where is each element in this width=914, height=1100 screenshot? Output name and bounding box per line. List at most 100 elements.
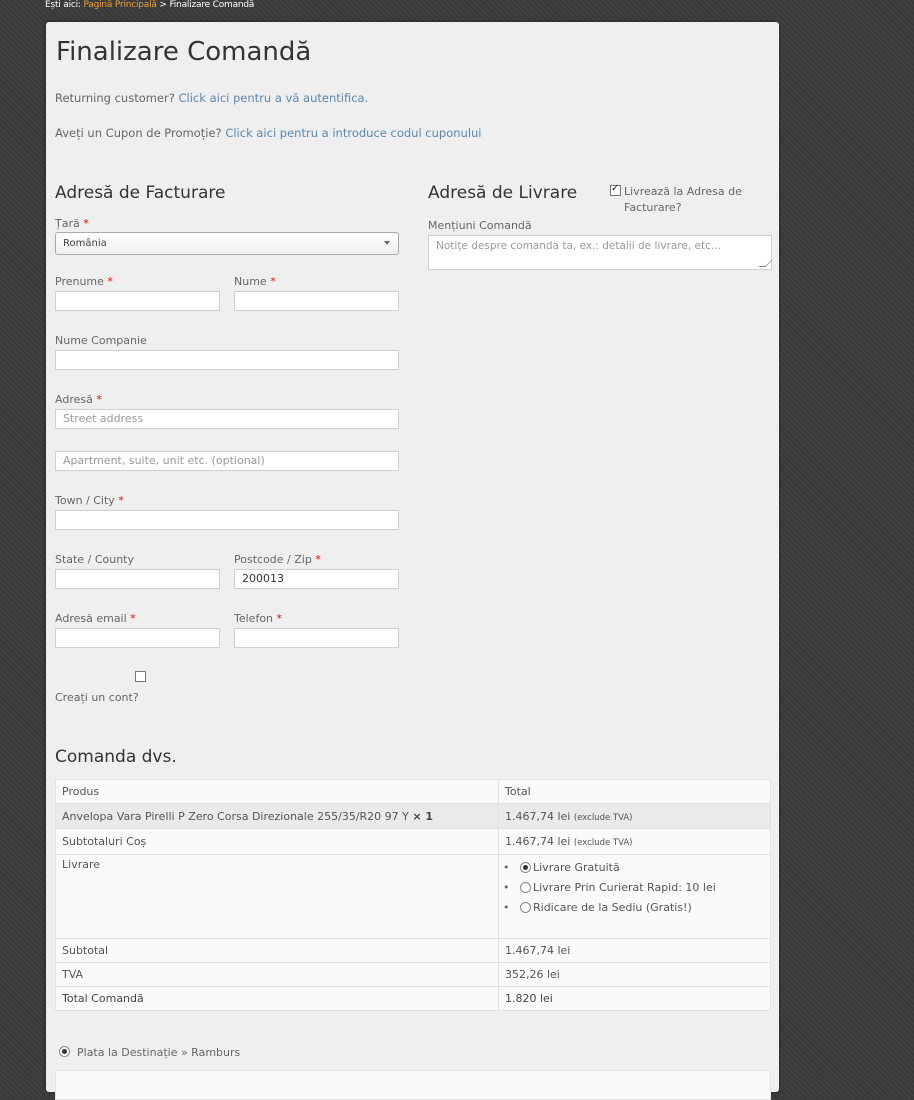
last-name-label: Nume *: [234, 275, 276, 288]
order-notes-textarea[interactable]: Notițe despre comanda ta, ex.: detalii d…: [428, 235, 773, 270]
cart-item-total: 1.467,74 lei (exclude TVA): [498, 803, 771, 829]
address2-input[interactable]: Apartment, suite, unit etc. (optional): [55, 451, 399, 471]
checkout-panel: Finalizare Comandă Returning customer? C…: [46, 22, 779, 1100]
required-mark: *: [270, 275, 276, 288]
required-mark: *: [118, 494, 124, 507]
shipping-options-list: Livrare Gratuită Livrare Prin Curierat R…: [499, 858, 770, 918]
cart-item-name: Anvelopa Vara Pirelli P Zero Corsa Direz…: [62, 809, 409, 823]
shipping-option-pickup-label: Ridicare de la Sediu (Gratis!): [533, 901, 692, 914]
breadcrumb-separator: >: [159, 0, 167, 10]
create-account-checkbox[interactable]: [135, 671, 146, 682]
required-mark: *: [96, 393, 102, 406]
state-input[interactable]: [55, 569, 220, 589]
breadcrumb-current: Finalizare Comandă: [169, 0, 255, 10]
city-label-text: Town / City: [55, 494, 115, 507]
resize-grip-icon[interactable]: [758, 260, 773, 267]
email-label: Adresă email *: [55, 612, 136, 625]
postcode-label: Postcode / Zip *: [234, 553, 321, 566]
cart-subtotal-label: Subtotaluri Coș: [55, 828, 499, 855]
first-name-input[interactable]: [55, 291, 220, 311]
cart-subtotal-cell: 1.467,74 lei (exclude TVA): [498, 828, 771, 855]
email-label-text: Adresă email: [55, 612, 127, 625]
last-name-input[interactable]: [234, 291, 399, 311]
create-account-label: Creați un cont?: [55, 691, 139, 704]
order-total-value: 1.820 lei: [498, 986, 771, 1011]
shipping-option-courier-label: Livrare Prin Curierat Rapid: 10 lei: [533, 881, 716, 894]
shipping-option-courier[interactable]: Livrare Prin Curierat Rapid: 10 lei: [499, 878, 770, 898]
postcode-input[interactable]: 200013: [234, 569, 399, 589]
address-label-text: Adresă: [55, 393, 93, 406]
payment-cod-radio[interactable]: [59, 1046, 70, 1057]
ship-same-address-label-line1: Livrează la Adresa de: [624, 185, 742, 198]
excl-vat-note: (exclude TVA): [573, 838, 633, 848]
shipping-option-courier-radio[interactable]: [520, 882, 531, 893]
coupon-link[interactable]: Click aici pentru a introduce codul cupo…: [225, 126, 481, 140]
cart-subtotal-value: 1.467,74 lei: [505, 835, 571, 848]
first-name-label: Prenume *: [55, 275, 113, 288]
postcode-label-text: Postcode / Zip: [234, 553, 312, 566]
col-product-header: Produs: [55, 779, 499, 804]
cart-item-qty: × 1: [412, 809, 434, 823]
order-heading: Comanda dvs.: [55, 747, 177, 767]
subtotal-row: Subtotal 1.467,74 lei: [55, 938, 771, 963]
ship-same-address-checkbox[interactable]: [610, 183, 621, 196]
phone-label: Telefon *: [234, 612, 282, 625]
address1-input[interactable]: Street address: [55, 409, 399, 429]
payment-description-box: [55, 1070, 771, 1100]
ship-same-address-label-line2: Facturare?: [624, 201, 682, 214]
vat-label: TVA: [55, 962, 499, 987]
cart-subtotal-row: Subtotaluri Coș 1.467,74 lei (exclude TV…: [55, 828, 771, 855]
billing-heading: Adresă de Facturare: [55, 183, 226, 203]
country-select[interactable]: România: [55, 232, 399, 255]
required-mark: *: [83, 217, 89, 230]
ship-same-address-label: Livrează la Adresa de Facturare?: [624, 184, 742, 216]
required-mark: *: [315, 553, 321, 566]
login-notice-text: Returning customer?: [55, 91, 175, 105]
order-notes-label: Mențiuni Comandă: [428, 219, 532, 232]
first-name-label-text: Prenume: [55, 275, 104, 288]
table-header-row: Produs Total: [55, 779, 771, 804]
coupon-notice: Aveți un Cupon de Promoție? Click aici p…: [55, 126, 482, 140]
phone-label-text: Telefon: [234, 612, 274, 625]
vat-row: TVA 352,26 lei: [55, 962, 771, 987]
country-label-text: Țară: [55, 217, 80, 230]
breadcrumb-home-link[interactable]: Pagină Principală: [83, 0, 157, 10]
company-label: Nume Companie: [55, 334, 147, 347]
page-title: Finalizare Comandă: [56, 37, 312, 67]
chevron-down-icon: [384, 241, 390, 245]
excl-vat-note: (exclude TVA): [573, 812, 633, 823]
shipping-option-pickup-radio[interactable]: [520, 902, 531, 913]
country-label: Țară *: [55, 217, 89, 230]
shipping-option-free[interactable]: Livrare Gratuită: [499, 858, 770, 878]
cart-item-total-value: 1.467,74 lei: [505, 809, 571, 823]
order-total-label: Total Comandă: [55, 986, 499, 1011]
city-label: Town / City *: [55, 494, 124, 507]
shipping-option-free-radio[interactable]: [520, 862, 531, 873]
order-review-table: Produs Total Anvelopa Vara Pirelli P Zer…: [55, 779, 771, 1011]
company-input[interactable]: [55, 350, 399, 370]
country-select-value: România: [63, 238, 107, 249]
payment-cod-label: Plata la Destinație » Ramburs: [77, 1046, 241, 1059]
city-input[interactable]: [55, 510, 399, 530]
subtotal-label: Subtotal: [55, 938, 499, 963]
state-label: State / County: [55, 553, 134, 566]
shipping-row: Livrare Livrare Gratuită Livrare Prin Cu…: [55, 854, 771, 939]
subtotal-value: 1.467,74 lei: [498, 938, 771, 963]
last-name-label-text: Nume: [234, 275, 267, 288]
cart-item-product: Anvelopa Vara Pirelli P Zero Corsa Direz…: [55, 803, 499, 829]
address-label: Adresă *: [55, 393, 102, 406]
order-total-row: Total Comandă 1.820 lei: [55, 986, 771, 1011]
email-input[interactable]: [55, 628, 220, 648]
phone-input[interactable]: [234, 628, 399, 648]
breadcrumb: Ești aici: Pagină Principală > Finalizar…: [45, 0, 254, 10]
shipping-option-pickup[interactable]: Ridicare de la Sediu (Gratis!): [499, 898, 770, 918]
login-notice: Returning customer? Click aici pentru a …: [55, 91, 368, 105]
col-total-header: Total: [498, 779, 771, 804]
shipping-options-cell: Livrare Gratuită Livrare Prin Curierat R…: [498, 854, 771, 939]
cart-item-row: Anvelopa Vara Pirelli P Zero Corsa Direz…: [55, 803, 771, 829]
coupon-notice-text: Aveți un Cupon de Promoție?: [55, 126, 222, 140]
shipping-option-free-label: Livrare Gratuită: [533, 861, 620, 874]
login-link[interactable]: Click aici pentru a vă autentifica.: [179, 91, 369, 105]
required-mark: *: [276, 612, 283, 625]
shipping-label: Livrare: [55, 854, 499, 939]
